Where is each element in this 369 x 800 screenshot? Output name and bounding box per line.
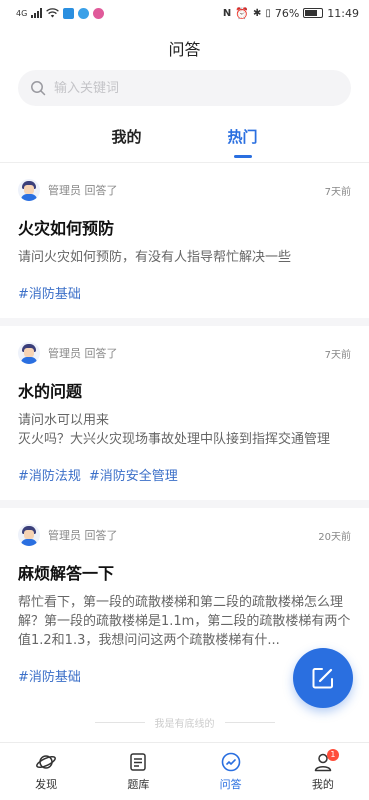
alarm-icon: ⏰ bbox=[235, 6, 249, 20]
app-notification-icon bbox=[63, 7, 75, 19]
search-bar[interactable] bbox=[18, 70, 351, 106]
answer-author: 管理员 回答了 bbox=[48, 529, 118, 542]
list-end-hint: 我是有底线的 bbox=[0, 715, 369, 730]
tabbar-question-bank[interactable]: 题库 bbox=[92, 743, 184, 800]
question-card[interactable]: 管理员 回答了 7天前 火灾如何预防 请问火灾如何预防，有没有人指导帮忙解决一些… bbox=[0, 163, 369, 326]
ask-question-button[interactable] bbox=[293, 648, 353, 708]
question-card[interactable]: 管理员 回答了 7天前 水的问题 请问水可以用来 灭火吗？大兴火灾现场事故处理中… bbox=[0, 326, 369, 508]
tag-list: #消防法规 #消防安全管理 bbox=[18, 465, 351, 484]
signal-icon bbox=[31, 8, 43, 18]
app-notification-icon bbox=[78, 7, 90, 19]
tabbar-label: 问答 bbox=[219, 778, 242, 791]
topic-tag[interactable]: #消防基础 bbox=[18, 283, 81, 302]
tabbar-qa[interactable]: 问答 bbox=[185, 743, 277, 800]
clock: 11:49 bbox=[327, 6, 359, 20]
question-body: 请问火灾如何预防，有没有人指导帮忙解决一些 bbox=[18, 250, 292, 265]
bluetooth-icon: ✱ bbox=[252, 7, 262, 19]
page-title: 问答 bbox=[168, 40, 201, 59]
status-left: 4G bbox=[16, 7, 105, 19]
question-body: 帮忙看下，第一段的疏散楼梯和第二段的疏散楼梯怎么理解？第一段的疏散楼梯是1.1m… bbox=[18, 595, 351, 648]
question-title[interactable]: 水的问题 bbox=[18, 378, 351, 402]
card-header: 管理员 回答了 7天前 bbox=[18, 177, 351, 203]
tab-mine[interactable]: 我的 bbox=[111, 124, 141, 158]
tab-hot[interactable]: 热门 bbox=[228, 124, 258, 158]
search-container bbox=[0, 70, 369, 106]
tabbar-discover[interactable]: 发现 bbox=[0, 743, 92, 800]
card-header: 管理员 回答了 20天前 bbox=[18, 522, 351, 548]
vibrate-icon: ▯ bbox=[265, 7, 271, 19]
avatar bbox=[18, 179, 40, 201]
list-end-text: 我是有底线的 bbox=[154, 719, 215, 730]
edit-icon bbox=[312, 668, 333, 689]
tag-list: #消防基础 bbox=[18, 283, 351, 302]
question-list: 管理员 回答了 7天前 火灾如何预防 请问火灾如何预防，有没有人指导帮忙解决一些… bbox=[0, 162, 369, 730]
network-label: 4G bbox=[16, 8, 28, 18]
question-body: 请问水可以用来 灭火吗？大兴火灾现场事故处理中队接到指挥交通管理 bbox=[18, 413, 331, 447]
battery-icon bbox=[303, 8, 324, 18]
answer-author: 管理员 回答了 bbox=[48, 347, 118, 360]
answer-time: 7天前 bbox=[324, 349, 351, 361]
tabbar-profile[interactable]: 1 我的 bbox=[277, 743, 369, 800]
tabbar-label: 发现 bbox=[35, 778, 58, 791]
avatar bbox=[18, 342, 40, 364]
app-notification-icon bbox=[93, 7, 105, 19]
nfc-icon: N bbox=[222, 7, 232, 19]
status-bar: 4G N ⏰ ✱ ▯ 76% 11:49 bbox=[0, 0, 369, 26]
question-bank-icon bbox=[130, 753, 147, 771]
qa-icon bbox=[221, 752, 240, 772]
bottom-tabbar: 发现 题库 问答 1 我的 bbox=[0, 742, 369, 800]
answer-author: 管理员 回答了 bbox=[48, 184, 118, 197]
search-input[interactable] bbox=[54, 80, 339, 96]
answer-time: 20天前 bbox=[318, 531, 351, 543]
topic-tag[interactable]: #消防法规 bbox=[18, 465, 81, 484]
question-title[interactable]: 麻烦解答一下 bbox=[18, 560, 351, 584]
answer-time: 7天前 bbox=[324, 186, 351, 198]
divider bbox=[94, 722, 145, 723]
wifi-icon bbox=[46, 8, 60, 18]
battery-percent: 76% bbox=[274, 6, 300, 20]
topic-tag[interactable]: #消防安全管理 bbox=[89, 465, 178, 484]
divider bbox=[224, 722, 275, 723]
avatar bbox=[18, 524, 40, 546]
tab-bar: 我的 热门 bbox=[0, 124, 369, 158]
status-right: N ⏰ ✱ ▯ 76% 11:49 bbox=[223, 7, 359, 20]
tabbar-label: 题库 bbox=[127, 778, 150, 791]
card-header: 管理员 回答了 7天前 bbox=[18, 340, 351, 366]
question-title[interactable]: 火灾如何预防 bbox=[18, 215, 351, 239]
tabbar-label: 我的 bbox=[311, 778, 334, 791]
planet-icon bbox=[36, 755, 57, 769]
search-icon bbox=[31, 81, 46, 96]
notification-badge: 1 bbox=[326, 749, 339, 761]
topic-tag[interactable]: #消防基础 bbox=[18, 666, 81, 685]
